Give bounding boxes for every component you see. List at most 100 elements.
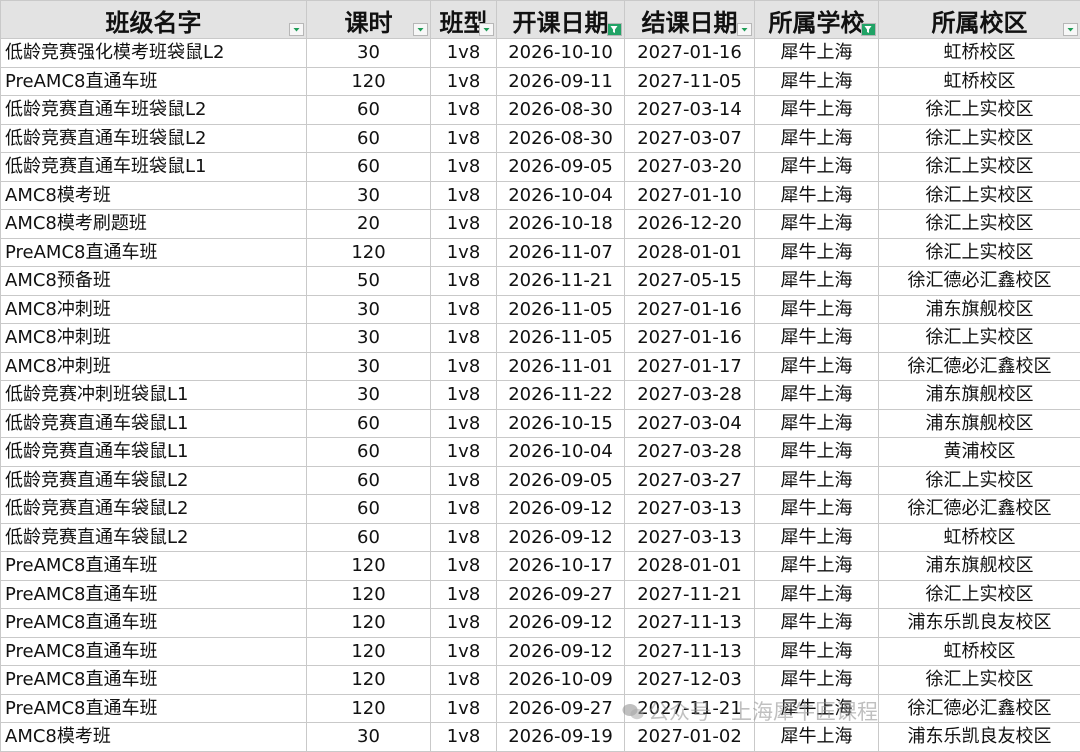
table-cell[interactable]: 1v8 (430, 237, 497, 267)
table-cell[interactable]: 1v8 (430, 437, 497, 467)
table-cell[interactable]: 2026-08-30 (496, 123, 625, 153)
table-cell[interactable]: 2026-10-17 (496, 551, 625, 581)
table-cell[interactable]: 2027-03-04 (624, 408, 755, 438)
table-row[interactable]: AMC8模考班 30 1v8 2026-10-04 2027-01-10 犀牛上海 徐汇上实… (0, 180, 1080, 210)
table-cell[interactable]: 2026-11-22 (496, 380, 625, 410)
table-cell[interactable]: 120 (306, 551, 431, 581)
table-cell[interactable]: 浦东旗舰校区 (878, 408, 1080, 438)
table-cell[interactable]: 犀牛上海 (754, 579, 879, 609)
table-cell[interactable]: 2027-03-13 (624, 522, 755, 552)
table-cell[interactable]: 60 (306, 152, 431, 182)
table-cell[interactable]: 2026-11-21 (496, 266, 625, 296)
table-cell[interactable]: 2027-01-02 (624, 722, 755, 752)
table-cell[interactable]: 犀牛上海 (754, 665, 879, 695)
table-cell[interactable]: 2027-01-16 (624, 38, 755, 68)
table-cell[interactable]: 低龄竞赛强化模考班袋鼠L2 (0, 38, 307, 68)
table-cell[interactable]: 120 (306, 693, 431, 723)
table-cell[interactable]: 1v8 (430, 180, 497, 210)
table-cell[interactable]: 120 (306, 608, 431, 638)
table-cell[interactable]: 60 (306, 465, 431, 495)
table-cell[interactable]: 2026-11-07 (496, 237, 625, 267)
table-cell[interactable]: 低龄竞赛直通车袋鼠L1 (0, 437, 307, 467)
table-cell[interactable]: 2027-03-07 (624, 123, 755, 153)
table-cell[interactable]: 犀牛上海 (754, 465, 879, 495)
table-cell[interactable]: 2026-09-27 (496, 579, 625, 609)
table-cell[interactable]: 2027-11-13 (624, 608, 755, 638)
table-cell[interactable]: 60 (306, 437, 431, 467)
table-cell[interactable]: 1v8 (430, 608, 497, 638)
table-cell[interactable]: 2027-11-13 (624, 636, 755, 666)
table-cell[interactable]: 犀牛上海 (754, 294, 879, 324)
table-cell[interactable]: 犀牛上海 (754, 66, 879, 96)
table-cell[interactable]: 徐汇上实校区 (878, 323, 1080, 353)
table-cell[interactable]: 1v8 (430, 95, 497, 125)
table-cell[interactable]: 2026-09-05 (496, 465, 625, 495)
table-cell[interactable]: 2026-10-15 (496, 408, 625, 438)
table-cell[interactable]: 徐汇上实校区 (878, 665, 1080, 695)
table-cell[interactable]: 低龄竞赛直通车袋鼠L1 (0, 408, 307, 438)
table-cell[interactable]: 120 (306, 237, 431, 267)
table-cell[interactable]: 2027-11-05 (624, 66, 755, 96)
table-cell[interactable]: 30 (306, 351, 431, 381)
table-cell[interactable]: 60 (306, 494, 431, 524)
table-cell[interactable]: 1v8 (430, 408, 497, 438)
table-cell[interactable]: 犀牛上海 (754, 437, 879, 467)
table-cell[interactable]: 徐汇上实校区 (878, 123, 1080, 153)
table-cell[interactable]: 1v8 (430, 722, 497, 752)
column-header-1[interactable]: 课时 (306, 0, 431, 39)
table-cell[interactable]: 徐汇上实校区 (878, 465, 1080, 495)
table-cell[interactable]: 犀牛上海 (754, 722, 879, 752)
table-cell[interactable]: 徐汇上实校区 (878, 579, 1080, 609)
table-cell[interactable]: 2027-03-28 (624, 380, 755, 410)
table-cell[interactable]: 2026-10-04 (496, 437, 625, 467)
table-cell[interactable]: 徐汇德必汇鑫校区 (878, 494, 1080, 524)
dropdown-arrow-icon[interactable] (413, 23, 428, 36)
table-cell[interactable]: 30 (306, 380, 431, 410)
table-cell[interactable]: PreAMC8直通车班 (0, 237, 307, 267)
table-row[interactable]: 低龄竞赛直通车班袋鼠L2 60 1v8 2026-08-30 2027-03-14 犀牛上… (0, 95, 1080, 125)
table-cell[interactable]: 犀牛上海 (754, 123, 879, 153)
table-cell[interactable]: 徐汇上实校区 (878, 180, 1080, 210)
table-cell[interactable]: 低龄竞赛直通车袋鼠L2 (0, 522, 307, 552)
table-cell[interactable]: 浦东旗舰校区 (878, 380, 1080, 410)
table-cell[interactable]: 低龄竞赛直通车袋鼠L2 (0, 494, 307, 524)
table-cell[interactable]: 50 (306, 266, 431, 296)
table-row[interactable]: PreAMC8直通车班 120 1v8 2026-09-12 2027-11-13 犀牛上… (0, 608, 1080, 638)
table-row[interactable]: PreAMC8直通车班 120 1v8 2026-09-27 2027-11-21 犀牛上… (0, 693, 1080, 723)
table-row[interactable]: AMC8冲刺班 30 1v8 2026-11-01 2027-01-17 犀牛上海 徐汇德必… (0, 351, 1080, 381)
table-cell[interactable]: 1v8 (430, 551, 497, 581)
table-cell[interactable]: 低龄竞赛冲刺班袋鼠L1 (0, 380, 307, 410)
table-row[interactable]: PreAMC8直通车班 120 1v8 2026-10-09 2027-12-03 犀牛上… (0, 665, 1080, 695)
table-cell[interactable]: PreAMC8直通车班 (0, 665, 307, 695)
table-cell[interactable]: 1v8 (430, 351, 497, 381)
table-cell[interactable]: 1v8 (430, 38, 497, 68)
table-cell[interactable]: 2027-11-21 (624, 579, 755, 609)
table-cell[interactable]: 20 (306, 209, 431, 239)
table-cell[interactable]: 犀牛上海 (754, 408, 879, 438)
table-cell[interactable]: PreAMC8直通车班 (0, 579, 307, 609)
table-cell[interactable]: 犀牛上海 (754, 209, 879, 239)
table-row[interactable]: PreAMC8直通车班 120 1v8 2026-11-07 2028-01-01 犀牛上… (0, 237, 1080, 267)
table-cell[interactable]: 犀牛上海 (754, 693, 879, 723)
table-row[interactable]: 低龄竞赛直通车袋鼠L2 60 1v8 2026-09-05 2027-03-27 犀牛上海… (0, 465, 1080, 495)
table-cell[interactable]: 犀牛上海 (754, 351, 879, 381)
table-cell[interactable]: 2026-12-20 (624, 209, 755, 239)
table-row[interactable]: PreAMC8直通车班 120 1v8 2026-10-17 2028-01-01 犀牛上… (0, 551, 1080, 581)
table-cell[interactable]: 60 (306, 408, 431, 438)
table-cell[interactable]: 犀牛上海 (754, 522, 879, 552)
table-row[interactable]: 低龄竞赛直通车袋鼠L1 60 1v8 2026-10-04 2027-03-28 犀牛上海… (0, 437, 1080, 467)
table-cell[interactable]: AMC8冲刺班 (0, 351, 307, 381)
table-row[interactable]: 低龄竞赛冲刺班袋鼠L1 30 1v8 2026-11-22 2027-03-28 犀牛上海… (0, 380, 1080, 410)
table-cell[interactable]: 犀牛上海 (754, 551, 879, 581)
table-cell[interactable]: 1v8 (430, 579, 497, 609)
table-cell[interactable]: 2028-01-01 (624, 237, 755, 267)
table-cell[interactable]: 低龄竞赛直通车班袋鼠L1 (0, 152, 307, 182)
table-cell[interactable]: 1v8 (430, 636, 497, 666)
table-cell[interactable]: 2027-01-17 (624, 351, 755, 381)
table-cell[interactable]: 1v8 (430, 266, 497, 296)
table-cell[interactable]: 2027-01-16 (624, 323, 755, 353)
table-cell[interactable]: PreAMC8直通车班 (0, 693, 307, 723)
table-row[interactable]: AMC8预备班 50 1v8 2026-11-21 2027-05-15 犀牛上海 徐汇德必… (0, 266, 1080, 296)
table-row[interactable]: AMC8模考班 30 1v8 2026-09-19 2027-01-02 犀牛上海 浦东乐凯… (0, 722, 1080, 752)
table-cell[interactable]: 1v8 (430, 152, 497, 182)
